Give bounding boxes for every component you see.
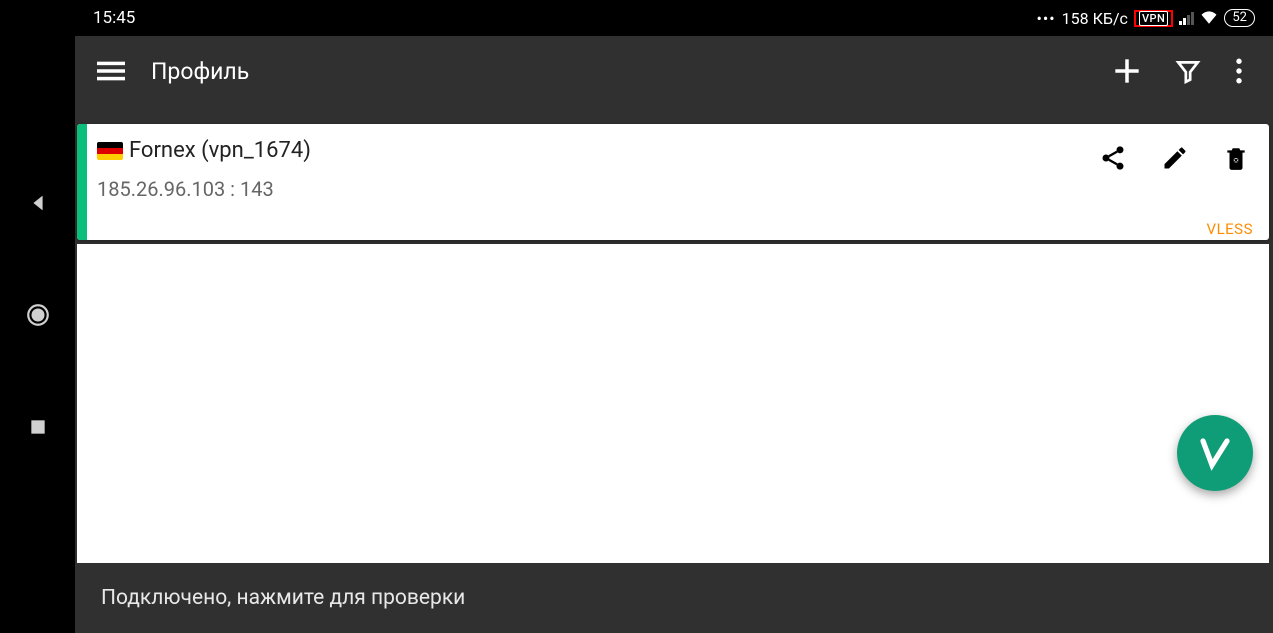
share-button[interactable] bbox=[1099, 144, 1127, 201]
vpn-indicator-highlighted: VPN bbox=[1134, 10, 1173, 27]
home-button[interactable] bbox=[25, 302, 51, 332]
wifi-icon bbox=[1200, 9, 1218, 28]
status-bar: 15:45 ••• 158 КБ/с VPN 52 bbox=[75, 0, 1273, 36]
profile-name: Fornex (vpn_1674) bbox=[97, 138, 1099, 163]
system-nav-rail bbox=[0, 0, 75, 633]
protocol-label: VLESS bbox=[1207, 220, 1253, 238]
app-toolbar: Профиль bbox=[75, 36, 1273, 106]
filter-button[interactable] bbox=[1175, 58, 1201, 84]
more-dots: ••• bbox=[1036, 9, 1055, 28]
delete-button[interactable] bbox=[1223, 144, 1249, 201]
status-icons: ••• 158 КБ/с VPN 52 bbox=[1036, 9, 1255, 28]
content-area: Fornex (vpn_1674) 185.26.96.103 : 143 bbox=[75, 106, 1273, 563]
profile-card[interactable]: Fornex (vpn_1674) 185.26.96.103 : 143 bbox=[77, 124, 1269, 240]
network-speed: 158 КБ/с bbox=[1062, 9, 1128, 28]
menu-button[interactable] bbox=[97, 57, 125, 85]
edit-button[interactable] bbox=[1161, 144, 1189, 201]
profile-list-background bbox=[77, 244, 1269, 563]
add-button[interactable] bbox=[1113, 57, 1141, 85]
profile-address: 185.26.96.103 : 143 bbox=[97, 177, 1099, 201]
clock: 15:45 bbox=[93, 8, 135, 28]
battery-indicator: 52 bbox=[1224, 9, 1255, 28]
back-button[interactable] bbox=[27, 192, 49, 218]
active-indicator bbox=[77, 124, 87, 240]
signal-icon bbox=[1179, 11, 1194, 25]
more-button[interactable] bbox=[1235, 58, 1243, 84]
app-screen: 15:45 ••• 158 КБ/с VPN 52 Профиль bbox=[75, 0, 1273, 633]
toolbar-title: Профиль bbox=[151, 58, 1087, 85]
connection-status[interactable]: Подключено, нажмите для проверки bbox=[75, 563, 1273, 633]
connect-fab[interactable] bbox=[1177, 415, 1253, 491]
status-text: Подключено, нажмите для проверки bbox=[101, 586, 465, 610]
germany-flag-icon bbox=[97, 142, 123, 160]
recents-button[interactable] bbox=[28, 417, 48, 441]
